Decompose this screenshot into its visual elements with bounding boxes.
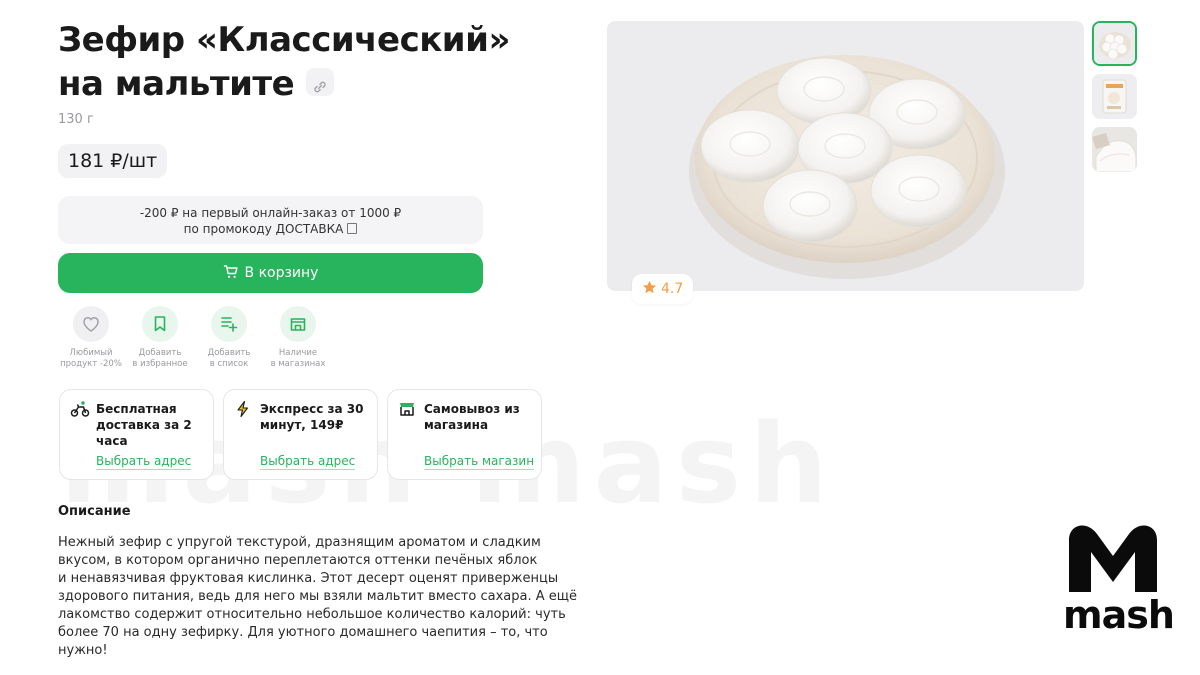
thumbnail-2[interactable]	[1092, 74, 1137, 119]
bookmark-icon	[142, 306, 178, 342]
thumbnail-1[interactable]	[1092, 21, 1137, 66]
product-photo[interactable]	[607, 21, 1084, 291]
action-label-2: в список	[209, 359, 249, 369]
mash-logo-text: mash	[1063, 593, 1175, 637]
title-line-2: на мальтите	[58, 62, 578, 106]
product-price: 181 ₽/шт	[58, 144, 168, 178]
star-icon	[642, 280, 657, 294]
description-line: вкусом, в котором органично переплетаютс…	[58, 553, 538, 568]
rating-badge: 4.7	[632, 274, 694, 304]
thumbnail-3[interactable]	[1092, 127, 1137, 172]
choose-store-link[interactable]: Выбрать магазин	[424, 454, 535, 470]
action-store-availability[interactable]: Наличие в магазинах	[261, 306, 335, 370]
action-label-1: Наличие	[278, 348, 318, 358]
heart-icon	[73, 306, 109, 342]
title-line-1: Зефир «Классический»	[58, 20, 510, 60]
product-weight: 130 г	[58, 112, 94, 127]
list-add-icon	[211, 306, 247, 342]
promo-banner: -200 ₽ на первый онлайн-заказ от 1000 ₽ …	[58, 196, 483, 244]
action-label: Наличие в магазинах	[261, 348, 335, 370]
courier-bike-icon	[70, 400, 90, 422]
store-icon	[280, 306, 316, 342]
promo-line-1: -200 ₽ на первый онлайн-заказ от 1000 ₽	[139, 206, 402, 220]
delivery-free-text: Бесплатная доставка за 2 часа	[96, 402, 192, 448]
delivery-express-text: Экспресс за 30 минут, 149₽	[260, 402, 364, 432]
action-label-2: в избранное	[132, 359, 188, 369]
cart-icon	[223, 265, 238, 278]
description-line: Нежный зефир с упругой текстурой, дразня…	[58, 535, 541, 550]
description-text: Нежный зефир с упругой текстурой, дразня…	[58, 534, 583, 660]
choose-address-link[interactable]: Выбрать адрес	[96, 454, 192, 470]
description-line: более 70 на одну зефирку. Для уютного до…	[58, 625, 548, 640]
add-to-cart-button[interactable]: В корзину	[58, 253, 483, 293]
action-add-to-favorites[interactable]: Добавить в избранное	[123, 306, 197, 370]
action-label-1: Любимый	[69, 348, 113, 358]
action-label-2: в магазинах	[270, 359, 326, 369]
delivery-card-pickup: Самовывоз из магазина Выбрать магазин	[387, 389, 542, 480]
description-line: здорового питания, ведь для него мы взял…	[58, 589, 577, 604]
copy-icon[interactable]	[347, 223, 358, 234]
action-label: Добавить в список	[192, 348, 266, 370]
action-label-2: продукт -20%	[60, 359, 122, 369]
description-line: лакомство содержит относительно небольшо…	[58, 607, 566, 622]
delivery-card-free: Бесплатная доставка за 2 часа Выбрать ад…	[59, 389, 214, 480]
action-favorite-product[interactable]: Любимый продукт -20%	[54, 306, 128, 370]
choose-address-link[interactable]: Выбрать адрес	[260, 454, 356, 470]
rating-value: 4.7	[661, 281, 684, 297]
description-line: нужно!	[58, 643, 108, 658]
link-icon[interactable]	[306, 67, 335, 96]
action-add-to-list[interactable]: Добавить в список	[192, 306, 266, 370]
add-to-cart-label: В корзину	[244, 265, 319, 281]
action-label-1: Добавить	[138, 348, 182, 358]
description-heading: Описание	[58, 504, 131, 519]
description-line: и ненавязчивая фруктовая кислинка. Этот …	[58, 571, 559, 586]
promo-line-2: по промокоду ДОСТАВКА	[183, 222, 344, 236]
action-label: Добавить в избранное	[123, 348, 197, 370]
delivery-pickup-text: Самовывоз из магазина	[424, 402, 520, 432]
action-label-1: Добавить	[207, 348, 251, 358]
delivery-card-express: Экспресс за 30 минут, 149₽ Выбрать адрес	[223, 389, 378, 480]
mash-logo	[1063, 522, 1163, 598]
title-line-2-text: на мальтите	[58, 64, 295, 104]
lightning-icon	[234, 400, 252, 422]
action-label: Любимый продукт -20%	[54, 348, 128, 370]
shop-icon	[398, 400, 416, 422]
product-title: Зефир «Классический» на мальтите	[58, 18, 578, 106]
